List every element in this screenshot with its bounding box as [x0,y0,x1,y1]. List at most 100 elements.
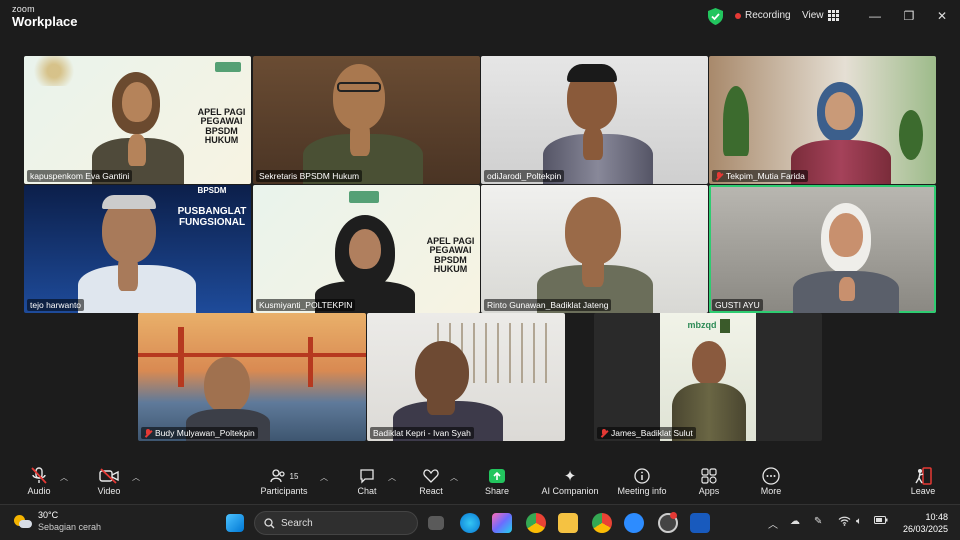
video-tile[interactable]: Sekretaris BPSDM Hukum [253,56,480,184]
audio-label: Audio [27,486,51,496]
recording-dot-icon [735,12,741,19]
participant-name: Badiklat Kepri - Ivan Syah [370,427,474,439]
react-button[interactable]: React [414,466,448,496]
muted-mic-icon [144,428,152,438]
tile-banner: APEL PAGI PEGAWAI BPSDM HUKUM [197,107,246,146]
encryption-shield-icon[interactable] [708,8,723,25]
participants-button[interactable]: 15 Participants [256,466,312,496]
windows-taskbar: 30°C Sebagian cerah Search ︿ ☁ ✎ 🔈︎ 10:4… [0,504,960,540]
bridge-tower [308,337,313,387]
edge-browser-icon[interactable] [460,513,480,533]
praying-hands [350,118,370,156]
emblem-icon [720,319,730,333]
weather-temp: 30°C [38,510,59,520]
chat-icon [352,466,382,486]
react-label: React [419,486,443,496]
tray-chevron-icon[interactable]: ︿ [768,516,778,531]
grid-view-icon [827,10,839,21]
chrome-icon[interactable] [526,513,546,533]
partly-cloudy-icon [14,514,32,529]
ai-companion-label: AI Companion [541,486,599,496]
taskbar-search[interactable]: Search [254,511,418,535]
audio-options-chevron-icon[interactable]: ︿ [60,472,68,483]
pen-icon[interactable]: ✎ [814,516,822,527]
sparkle-icon: ✦ [563,468,577,485]
participant-name: kapuspenkom Eva Gantini [27,170,133,182]
apps-icon [694,466,724,486]
participant-face [122,82,152,122]
task-view-icon[interactable] [428,516,444,530]
video-tile[interactable]: mbzqd James_Badiklat Sulut [594,313,822,441]
more-button[interactable]: More [756,466,786,496]
apps-label: Apps [698,486,720,496]
zoom-logo: zoom Workplace [12,4,78,29]
maximize-button[interactable]: ❐ [902,9,916,23]
mic-muted-icon [22,466,56,486]
windows-start-icon[interactable] [226,514,244,532]
muted-mic-icon [600,428,608,438]
participants-icon: 15 [256,466,312,486]
glasses-icon [337,82,381,92]
recording-indicator[interactable]: Recording [735,10,791,21]
participant-name: Rinto Gunawan_Badiklat Jateng [484,299,612,311]
participant-face [204,357,250,413]
apps-button[interactable]: Apps [694,466,724,496]
video-tile[interactable]: APEL PAGI PEGAWAI BPSDM HUKUM Kusmiyanti… [253,185,480,313]
video-button[interactable]: Video [92,466,126,496]
meeting-controls: Audio ︿ Video ︿ 15 Participants ︿ Chat ︿… [0,460,960,504]
view-label: View [802,10,824,21]
react-options-chevron-icon[interactable]: ︿ [450,472,458,483]
praying-hands [583,126,603,160]
video-tile[interactable]: Tekpim_Mutia Farida [709,56,936,184]
tile-banner: APEL PAGI PEGAWAI BPSDM HUKUM [426,236,475,275]
participant-hair [102,195,156,209]
video-tile-active-speaker[interactable]: GUSTI AYU [709,185,936,313]
bpsdm-logo [349,191,379,203]
clock-time: 10:48 [925,512,948,522]
zoom-taskbar-icon[interactable] [624,513,644,533]
share-screen-icon [480,466,514,486]
wifi-icon[interactable] [838,516,851,529]
info-icon [614,466,670,486]
video-tile[interactable]: Budy Mulyawan_Poltekpin [138,313,366,441]
title-bar: zoom Workplace Recording View — ❐ ✕ [0,0,960,34]
weather-desc: Sebagian cerah [38,521,102,532]
clock-date: 26/03/2025 [902,524,948,535]
share-button[interactable]: Share [480,466,514,496]
video-tile[interactable]: Rinto Gunawan_Badiklat Jateng [481,185,708,313]
volume-icon[interactable]: 🔈︎ [856,516,862,527]
search-placeholder: Search [281,517,313,529]
chat-button[interactable]: Chat [352,466,382,496]
view-button[interactable]: View [802,10,839,21]
tile-banner-sub: PUSBANGLAT FUNGSIONAL [177,206,247,228]
chat-options-chevron-icon[interactable]: ︿ [388,472,396,483]
leave-button[interactable]: Leave [906,466,940,496]
battery-icon[interactable] [874,516,888,527]
video-options-chevron-icon[interactable]: ︿ [132,472,140,483]
video-tile[interactable]: odiJarodi_Poltekpin [481,56,708,184]
copilot-icon[interactable] [492,513,512,533]
search-icon [264,517,275,528]
bridge-decoration [138,353,366,357]
video-tile[interactable]: Badiklat Kepri - Ivan Syah [367,313,565,441]
participant-name: tejo harwanto [27,299,85,311]
chrome-profile-icon[interactable] [592,513,612,533]
logo-line1: zoom [12,4,35,14]
video-tile[interactable]: APEL PAGI PEGAWAI BPSDM HUKUM kapuspenko… [24,56,251,184]
minimize-button[interactable]: — [868,9,882,23]
participant-hair [567,64,617,82]
video-tile[interactable]: BPSDM PUSBANGLAT FUNGSIONAL tejo harwant… [24,185,251,313]
lantern-decoration [24,56,84,86]
participants-options-chevron-icon[interactable]: ︿ [320,472,328,483]
ai-companion-button[interactable]: ✦ AI Companion [538,466,602,496]
audio-button[interactable]: Audio [22,466,56,496]
file-explorer-icon[interactable] [558,513,578,533]
leave-label: Leave [910,486,936,496]
word-icon[interactable] [690,513,710,533]
cloud-icon[interactable]: ☁ [790,516,800,527]
close-button[interactable]: ✕ [935,9,949,23]
weather-widget[interactable]: 30°C Sebagian cerah [14,510,101,533]
meeting-info-button[interactable]: Meeting info [614,466,670,496]
system-clock[interactable]: 10:48 26/03/2025 [903,511,948,535]
praying-hands [118,251,138,291]
